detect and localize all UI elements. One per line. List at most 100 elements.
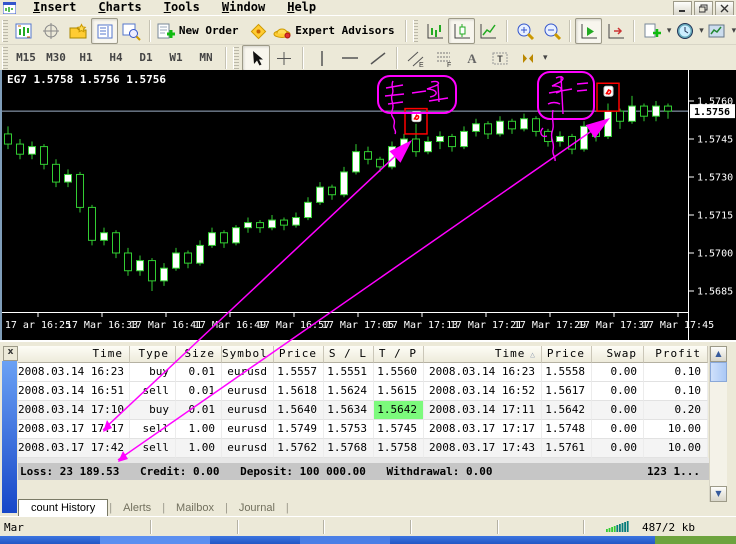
column-header-symbol[interactable]: Symbol	[222, 346, 274, 363]
market-watch-icon[interactable]	[91, 18, 118, 44]
history-row-2[interactable]: 2008.03.14 16:51sell0.01eurusd1.56181.56…	[18, 382, 710, 401]
equidistant-channel-tool-button[interactable]: E	[402, 45, 430, 71]
column-header-type[interactable]: Type	[130, 346, 176, 363]
timeframe-button-m30[interactable]: M30	[41, 47, 71, 69]
svg-text:17 ar 16:25: 17 ar 16:25	[5, 320, 71, 331]
summary-credit: Credit: 0.00	[140, 465, 219, 478]
restore-button[interactable]	[694, 1, 713, 16]
vertical-line-tool-button[interactable]	[308, 45, 336, 71]
menu-help[interactable]: Help	[276, 0, 327, 15]
history-row-1[interactable]: 2008.03.14 16:23buy0.01eurusd1.55571.555…	[18, 363, 710, 382]
candlestick-chart-icon[interactable]	[448, 18, 475, 44]
column-header-size[interactable]: Size	[176, 346, 222, 363]
dropdown-caret-icon[interactable]: ▾	[543, 53, 548, 63]
periods-clock-icon[interactable]	[671, 18, 698, 44]
column-header-time[interactable]: Time	[18, 346, 130, 363]
expert-advisors-button[interactable]: Expert Advisors	[271, 21, 400, 41]
svg-text:17 Mar 17:05: 17 Mar 17:05	[322, 320, 394, 331]
crosshair-tool-button[interactable]	[270, 45, 298, 71]
timeframe-button-h4[interactable]: H4	[101, 47, 131, 69]
tab-alerts[interactable]: Alerts	[113, 500, 161, 516]
timeframe-button-h1[interactable]: H1	[71, 47, 101, 69]
cell: 2008.03.17 17:17	[424, 420, 542, 439]
new-order-icon	[155, 21, 177, 41]
terminal-scrollbar[interactable]: ▲ ▼	[709, 346, 727, 502]
trendline-tool-button[interactable]	[364, 45, 392, 71]
history-row-5[interactable]: 2008.03.17 17:42sell1.00eurusd1.57621.57…	[18, 439, 710, 458]
column-header-tp[interactable]: T / P	[374, 346, 424, 363]
sort-ascending-icon: △	[525, 350, 535, 359]
cursor-tool-button[interactable]	[242, 45, 270, 71]
column-header-swap-close[interactable]: Swap	[592, 346, 644, 363]
menu-tools[interactable]: Tools	[153, 0, 211, 15]
new-chart-icon[interactable]	[639, 18, 666, 44]
cell: 1.00	[176, 420, 222, 439]
timeframe-button-d1[interactable]: D1	[131, 47, 161, 69]
chart-window-icon[interactable]	[11, 18, 38, 44]
close-button[interactable]	[715, 1, 734, 16]
tab-mailbox[interactable]: Mailbox	[166, 500, 224, 516]
menu-window[interactable]: Window	[211, 0, 276, 15]
zoom-in-icon[interactable]	[512, 18, 539, 44]
cell: sell	[130, 420, 176, 439]
price-chart[interactable]: 1.57601.57451.57301.57151.57001.56851.57…	[2, 70, 736, 340]
cell: 1.5557	[274, 363, 324, 382]
new-order-button[interactable]: New Order	[155, 21, 245, 41]
cell: 10.00	[644, 420, 708, 439]
auto-scroll-icon[interactable]	[575, 18, 602, 44]
terminal-side-strip: Terminal	[2, 361, 17, 513]
toolbar-gripper[interactable]	[233, 47, 239, 69]
menu-charts[interactable]: Charts	[87, 0, 152, 15]
tab-count-history[interactable]: count History	[18, 499, 108, 516]
horizontal-line-tool-button[interactable]	[336, 45, 364, 71]
tab-separator: |	[285, 500, 290, 516]
cell: 0.00	[592, 420, 644, 439]
timeframe-button-m15[interactable]: M15	[11, 47, 41, 69]
toolbar-separator	[405, 20, 407, 42]
svg-text:17 Mar 17:21: 17 Mar 17:21	[450, 320, 522, 331]
warning-diamond-icon[interactable]	[244, 18, 271, 44]
history-row-4[interactable]: 2008.03.17 17:17sell1.00eurusd1.57491.57…	[18, 420, 710, 439]
cell: 2008.03.17 17:42	[18, 439, 130, 458]
column-header-price-close[interactable]: Price	[542, 346, 592, 363]
column-header-sl[interactable]: S / L	[324, 346, 374, 363]
profiles-folder-icon[interactable]	[64, 18, 91, 44]
arrows-tool-button[interactable]	[514, 45, 542, 71]
terminal-close-button[interactable]: x	[3, 346, 18, 361]
terminal-panel: x Terminal TimeTypeSizeSymbolPriceS / LT…	[0, 340, 736, 518]
crosshair-target-icon[interactable]	[38, 18, 65, 44]
new-order-label: New Order	[179, 24, 239, 37]
toolbar-gripper[interactable]	[2, 47, 8, 69]
cell: 1.5617	[542, 382, 592, 401]
menu-insert[interactable]: Insert	[22, 0, 87, 15]
timeframes-and-drawing-toolbar: M15M30H1H4D1W1MN EFAT ▾	[0, 44, 736, 71]
minimize-button[interactable]	[673, 1, 692, 16]
menu-bar: InsertChartsToolsWindowHelp	[0, 0, 736, 15]
svg-text:A: A	[467, 51, 477, 66]
toolbar-separator	[149, 20, 151, 42]
template-icon[interactable]	[704, 18, 731, 44]
chart-shift-icon[interactable]	[602, 18, 629, 44]
zoom-out-icon[interactable]	[539, 18, 566, 44]
timeframe-button-mn[interactable]: MN	[191, 47, 221, 69]
timeframe-button-w1[interactable]: W1	[161, 47, 191, 69]
bar-chart-icon[interactable]	[421, 18, 448, 44]
dropdown-caret-icon[interactable]: ▾	[732, 26, 736, 36]
text-tool-button[interactable]: A	[458, 45, 486, 71]
table-header-row: TimeTypeSizeSymbolPriceS / LT / PTime △P…	[18, 346, 710, 363]
navigator-search-icon[interactable]	[118, 18, 145, 44]
scrollbar-thumb[interactable]	[710, 362, 727, 382]
tab-journal[interactable]: Journal	[229, 500, 285, 516]
column-header-profit-close[interactable]: Profit	[644, 346, 708, 363]
toolbar-gripper[interactable]	[2, 20, 8, 42]
fibonacci-tool-button[interactable]: F	[430, 45, 458, 71]
toolbar-gripper[interactable]	[413, 20, 419, 42]
cell: 1.5749	[274, 420, 324, 439]
column-header-time-close[interactable]: Time △	[424, 346, 542, 363]
line-chart-icon[interactable]	[475, 18, 502, 44]
column-header-price[interactable]: Price	[274, 346, 324, 363]
scroll-up-button[interactable]: ▲	[710, 346, 727, 362]
text-label-tool-button[interactable]: T	[486, 45, 514, 71]
history-row-3[interactable]: 2008.03.14 17:10buy0.01eurusd1.56401.563…	[18, 401, 710, 420]
scroll-down-button[interactable]: ▼	[710, 486, 727, 502]
